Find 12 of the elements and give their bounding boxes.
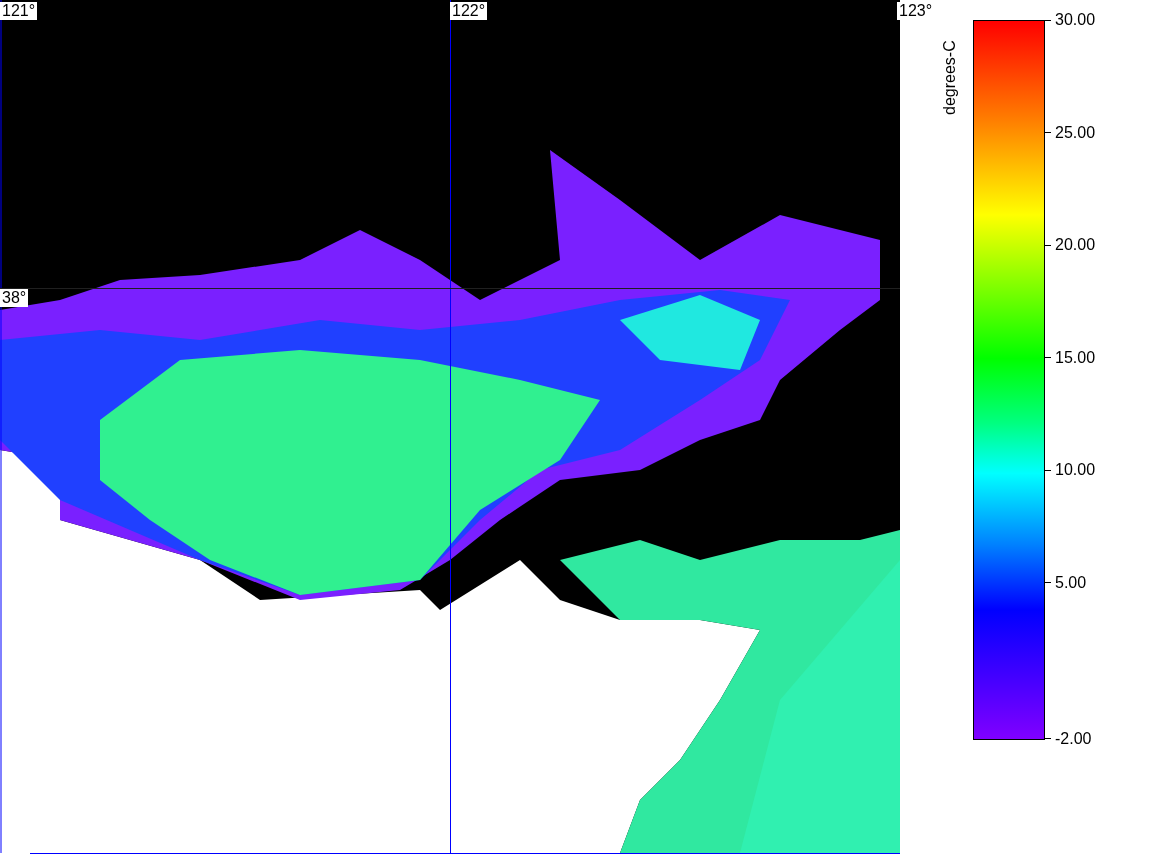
- scale-tick-label: 20.00: [1055, 236, 1096, 254]
- scale-tick-label: 25.00: [1055, 123, 1096, 142]
- colorbar-title: degrees-C: [941, 40, 959, 115]
- scale-tick-label: -2.00: [1055, 729, 1092, 748]
- scale-tick-label: 10.00: [1055, 461, 1096, 479]
- longitude-label: 123°: [897, 2, 935, 20]
- longitude-label: 121°: [0, 2, 38, 20]
- scale-tick-label: 15.00: [1055, 348, 1096, 367]
- latitude-label: 38°: [0, 289, 29, 307]
- scale-tick-label: 5.00: [1055, 573, 1087, 592]
- scale-tick-label: 30.00: [1055, 11, 1096, 29]
- longitude-label: 122°: [450, 2, 488, 20]
